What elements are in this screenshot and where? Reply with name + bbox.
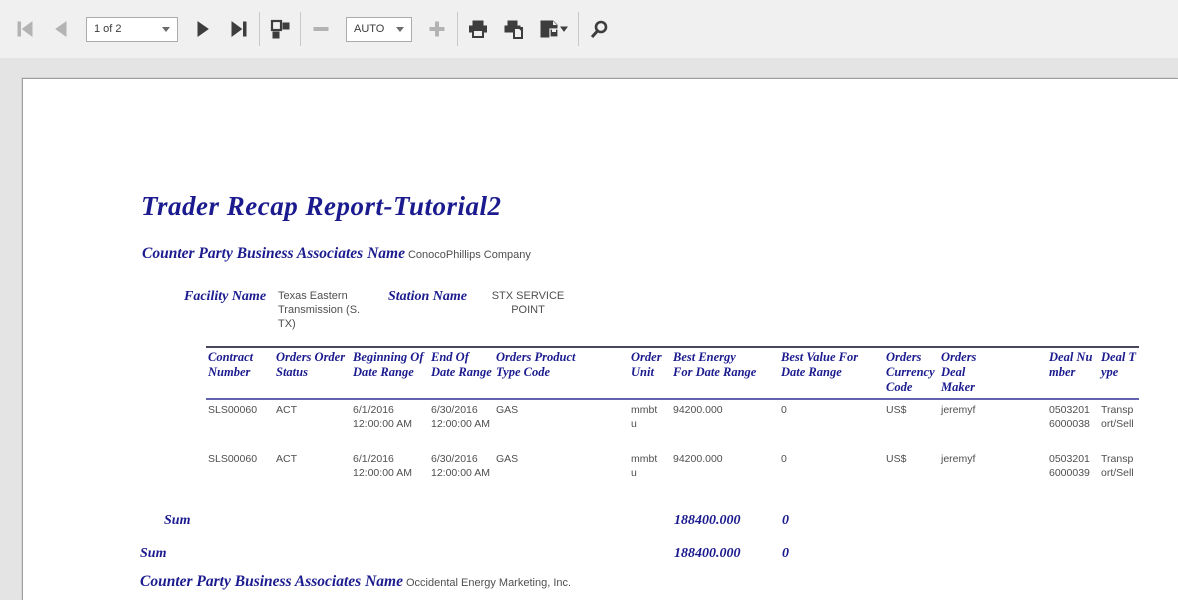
- print-layout-icon: [504, 20, 524, 39]
- table-row: SLS00060 ACT 6/1/2016 12:00:00 AM 6/30/2…: [206, 449, 1139, 499]
- sum-label: Sum: [164, 513, 190, 529]
- cell-best-energy: 94200.000: [671, 399, 779, 449]
- counter-party-value: Occidental Energy Marketing, Inc.: [406, 577, 571, 589]
- cell-deal-number: 05032016000039: [1047, 449, 1099, 499]
- toolbar-separator: [457, 12, 458, 46]
- back-to-parent-report-icon: [270, 19, 290, 39]
- cell-begin-date: 6/1/2016 12:00:00 AM: [351, 449, 429, 499]
- zoom-out-button[interactable]: [306, 12, 336, 46]
- report-title: Trader Recap Report-Tutorial2: [141, 191, 501, 222]
- cell-order-status: ACT: [274, 449, 351, 499]
- page-number-value: 1 of 2: [94, 23, 122, 35]
- cell-currency-code: US$: [884, 449, 939, 499]
- zoom-level-value: AUTO: [354, 23, 384, 35]
- sum-label: Sum: [140, 546, 166, 562]
- facility-name-value: Texas Eastern Transmission (S. TX): [278, 290, 378, 331]
- first-page-button[interactable]: [10, 12, 40, 46]
- sum-best-energy: 188400.000: [674, 546, 741, 562]
- print-icon: [468, 20, 488, 39]
- report-page: Trader Recap Report-Tutorial2 Counter Pa…: [22, 78, 1178, 600]
- toolbar-separator: [300, 12, 301, 46]
- chevron-down-icon: [396, 27, 404, 32]
- cell-begin-date: 6/1/2016 12:00:00 AM: [351, 399, 429, 449]
- zoom-in-icon: [429, 21, 445, 37]
- cell-best-energy: 94200.000: [671, 449, 779, 499]
- col-header-end-of-date-range: End Of Date Range: [429, 347, 494, 399]
- col-header-orders-currency-code: Orders Currency Code: [884, 347, 939, 399]
- toolbar-separator: [578, 12, 579, 46]
- back-to-parent-report-button[interactable]: [265, 12, 295, 46]
- table-header-row: Contract Number Orders Order Status Begi…: [206, 347, 1139, 399]
- cell-end-date: 6/30/2016 12:00:00 AM: [429, 399, 494, 449]
- orders-table: Contract Number Orders Order Status Begi…: [206, 346, 1139, 499]
- cell-product-type: GAS: [494, 399, 629, 449]
- station-name-value: STX SERVICE POINT: [478, 290, 578, 318]
- counter-party-value: ConocoPhillips Company: [408, 249, 531, 261]
- cell-best-value: 0: [779, 399, 884, 449]
- cell-deal-type: Transport/Sell: [1099, 449, 1139, 499]
- counter-party-label: Counter Party Business Associates Name: [140, 573, 403, 590]
- col-header-deal-type: Deal Type: [1099, 347, 1139, 399]
- export-icon: [540, 20, 568, 39]
- search-icon: [590, 20, 609, 39]
- sum-best-value: 0: [782, 546, 789, 562]
- cell-product-type: GAS: [494, 449, 629, 499]
- page-number-dropdown[interactable]: 1 of 2: [86, 17, 178, 42]
- counter-party-line: Counter Party Business Associates NameCo…: [142, 245, 531, 263]
- print-layout-button[interactable]: [499, 12, 529, 46]
- sum-best-energy: 188400.000: [674, 513, 741, 529]
- counter-party-label: Counter Party Business Associates Name: [142, 245, 405, 262]
- next-page-icon: [195, 21, 211, 37]
- table-row: SLS00060 ACT 6/1/2016 12:00:00 AM 6/30/2…: [206, 399, 1139, 449]
- next-counter-party-line: Counter Party Business Associates NameOc…: [140, 573, 571, 591]
- col-header-contract-number: Contract Number: [206, 347, 274, 399]
- zoom-in-button[interactable]: [422, 12, 452, 46]
- cell-deal-type: Transport/Sell: [1099, 399, 1139, 449]
- cell-currency-code: US$: [884, 399, 939, 449]
- cell-order-unit: mmbtu: [629, 399, 671, 449]
- col-header-orders-deal-maker: Orders Deal Maker: [939, 347, 1047, 399]
- last-page-icon: [230, 21, 248, 37]
- cell-end-date: 6/30/2016 12:00:00 AM: [429, 449, 494, 499]
- cell-contract-number: SLS00060: [206, 399, 274, 449]
- toolbar-separator: [259, 12, 260, 46]
- col-header-best-value-for-date-range: Best Value For Date Range: [779, 347, 884, 399]
- col-header-best-energy-for-date-range: Best Energy For Date Range: [671, 347, 779, 399]
- cell-order-status: ACT: [274, 399, 351, 449]
- cell-deal-number: 05032016000038: [1047, 399, 1099, 449]
- col-header-deal-number: Deal Number: [1047, 347, 1099, 399]
- col-header-orders-order-status: Orders Order Status: [274, 347, 351, 399]
- cell-deal-maker: jeremyf: [939, 399, 1047, 449]
- last-page-button[interactable]: [224, 12, 254, 46]
- previous-page-icon: [53, 21, 69, 37]
- zoom-out-icon: [313, 21, 329, 37]
- cell-contract-number: SLS00060: [206, 449, 274, 499]
- col-header-order-unit: Order Unit: [629, 347, 671, 399]
- find-button[interactable]: [584, 12, 614, 46]
- col-header-orders-product-type-code: Orders Product Type Code: [494, 347, 629, 399]
- station-name-label: Station Name: [388, 289, 467, 305]
- next-page-button[interactable]: [188, 12, 218, 46]
- report-viewer-toolbar: 1 of 2 AUTO: [0, 0, 1178, 58]
- first-page-icon: [16, 21, 34, 37]
- zoom-level-dropdown[interactable]: AUTO: [346, 17, 412, 42]
- facility-name-label: Facility Name: [184, 289, 266, 305]
- cell-best-value: 0: [779, 449, 884, 499]
- col-header-beginning-of-date-range: Beginning Of Date Range: [351, 347, 429, 399]
- chevron-down-icon: [162, 27, 170, 32]
- print-button[interactable]: [463, 12, 493, 46]
- export-button[interactable]: [535, 12, 573, 46]
- sum-best-value: 0: [782, 513, 789, 529]
- cell-order-unit: mmbtu: [629, 449, 671, 499]
- cell-deal-maker: jeremyf: [939, 449, 1047, 499]
- previous-page-button[interactable]: [46, 12, 76, 46]
